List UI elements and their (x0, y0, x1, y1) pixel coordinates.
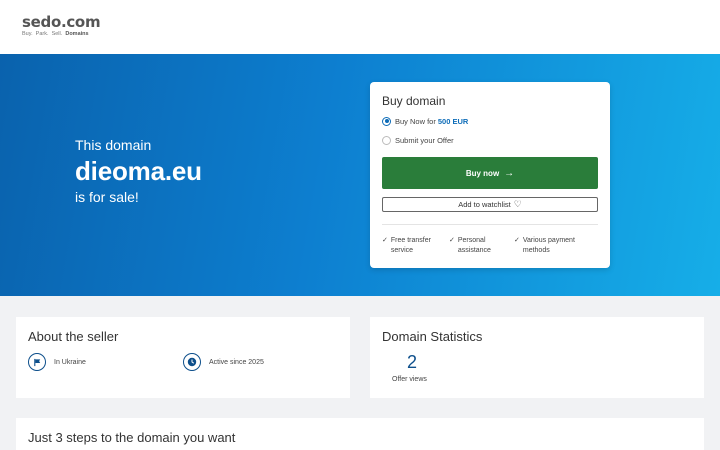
feature-text: Free transfer service (391, 236, 431, 256)
hero-pre-text: This domain (75, 137, 152, 153)
buy-now-option[interactable]: Buy Now for 500 EUR (382, 115, 598, 127)
domain-statistics-card: Domain Statistics 2 Offer views (370, 317, 704, 398)
seller-active-text: Active since 2025 (209, 358, 264, 366)
submit-offer-option[interactable]: Submit your Offer (382, 134, 598, 146)
offer-views-label: Offer views (392, 376, 427, 383)
watchlist-button-label: Add to watchlist (458, 200, 511, 209)
logo-tagline: Buy. Park. Sell. Domains (22, 31, 100, 37)
stats-card-title: Domain Statistics (382, 329, 483, 344)
buy-now-label: Buy Now for (395, 116, 436, 126)
seller-active-since: Active since 2025 (183, 353, 264, 371)
buy-now-button-label: Buy now (465, 168, 500, 178)
tagline-domains: Domains (65, 31, 89, 37)
seller-location: In Ukraine (28, 353, 183, 371)
buy-now-price: 500 EUR (437, 116, 469, 126)
check-icon: ✓ (449, 237, 455, 244)
tagline-sell: Sell. (51, 31, 63, 37)
feature-line: assistance (457, 247, 491, 254)
offer-views-count: 2 (406, 352, 417, 372)
hero-banner: This domain dieoma.eu is for sale! (0, 54, 720, 296)
logo-wordmark: sedo.com (22, 13, 101, 31)
hero-text: This domain dieoma.eu is for sale! (75, 137, 202, 205)
feature-item: ✓ Free transfer service (382, 236, 449, 256)
add-to-watchlist-button[interactable]: Add to watchlist ♡ (382, 197, 598, 212)
buy-domain-card: Buy domain Buy Now for 500 EUR Submit yo… (370, 82, 610, 268)
feature-line: service (390, 247, 414, 254)
card-divider (382, 224, 598, 225)
clock-icon (183, 353, 201, 371)
domain-name: dieoma.eu (75, 156, 202, 186)
seller-location-text: In Ukraine (54, 358, 86, 366)
buy-now-radio[interactable] (382, 116, 391, 126)
tagline-park: Park. (35, 31, 49, 37)
seller-info: In Ukraine Active since 2025 (28, 353, 338, 371)
check-icon: ✓ (382, 237, 388, 244)
submit-offer-label: Submit your Offer (395, 135, 454, 145)
feature-item: ✓ Personal assistance (449, 236, 514, 256)
tagline-buy: Buy. (22, 31, 33, 37)
steps-title: Just 3 steps to the domain you want (28, 430, 236, 445)
feature-list: ✓ Free transfer service ✓ Personal assista… (382, 236, 598, 256)
feature-text: Various payment methods (523, 236, 575, 256)
feature-line: Personal (457, 237, 486, 244)
check-icon: ✓ (514, 237, 520, 244)
sedo-logo[interactable]: sedo.com Buy. Park. Sell. Domains (22, 13, 101, 38)
about-seller-card: About the seller In Ukraine Active since… (16, 317, 350, 398)
feature-item: ✓ Various payment methods (514, 236, 598, 256)
heart-icon: ♡ (513, 199, 522, 209)
flag-icon (28, 353, 46, 371)
steps-section: Just 3 steps to the domain you want (16, 418, 704, 450)
seller-card-title: About the seller (28, 329, 119, 344)
feature-line: Various payment (522, 237, 575, 244)
hero-post-text: is for sale! (75, 189, 139, 205)
feature-line: Free transfer (390, 237, 431, 244)
buy-now-button[interactable]: Buy now → (382, 157, 598, 189)
arrow-right-icon: → (504, 167, 515, 179)
submit-offer-radio[interactable] (382, 135, 391, 145)
site-header: sedo.com Buy. Park. Sell. Domains (0, 0, 720, 54)
feature-text: Personal assistance (458, 236, 491, 256)
buy-card-title: Buy domain (382, 94, 446, 108)
feature-line: methods (522, 247, 550, 254)
